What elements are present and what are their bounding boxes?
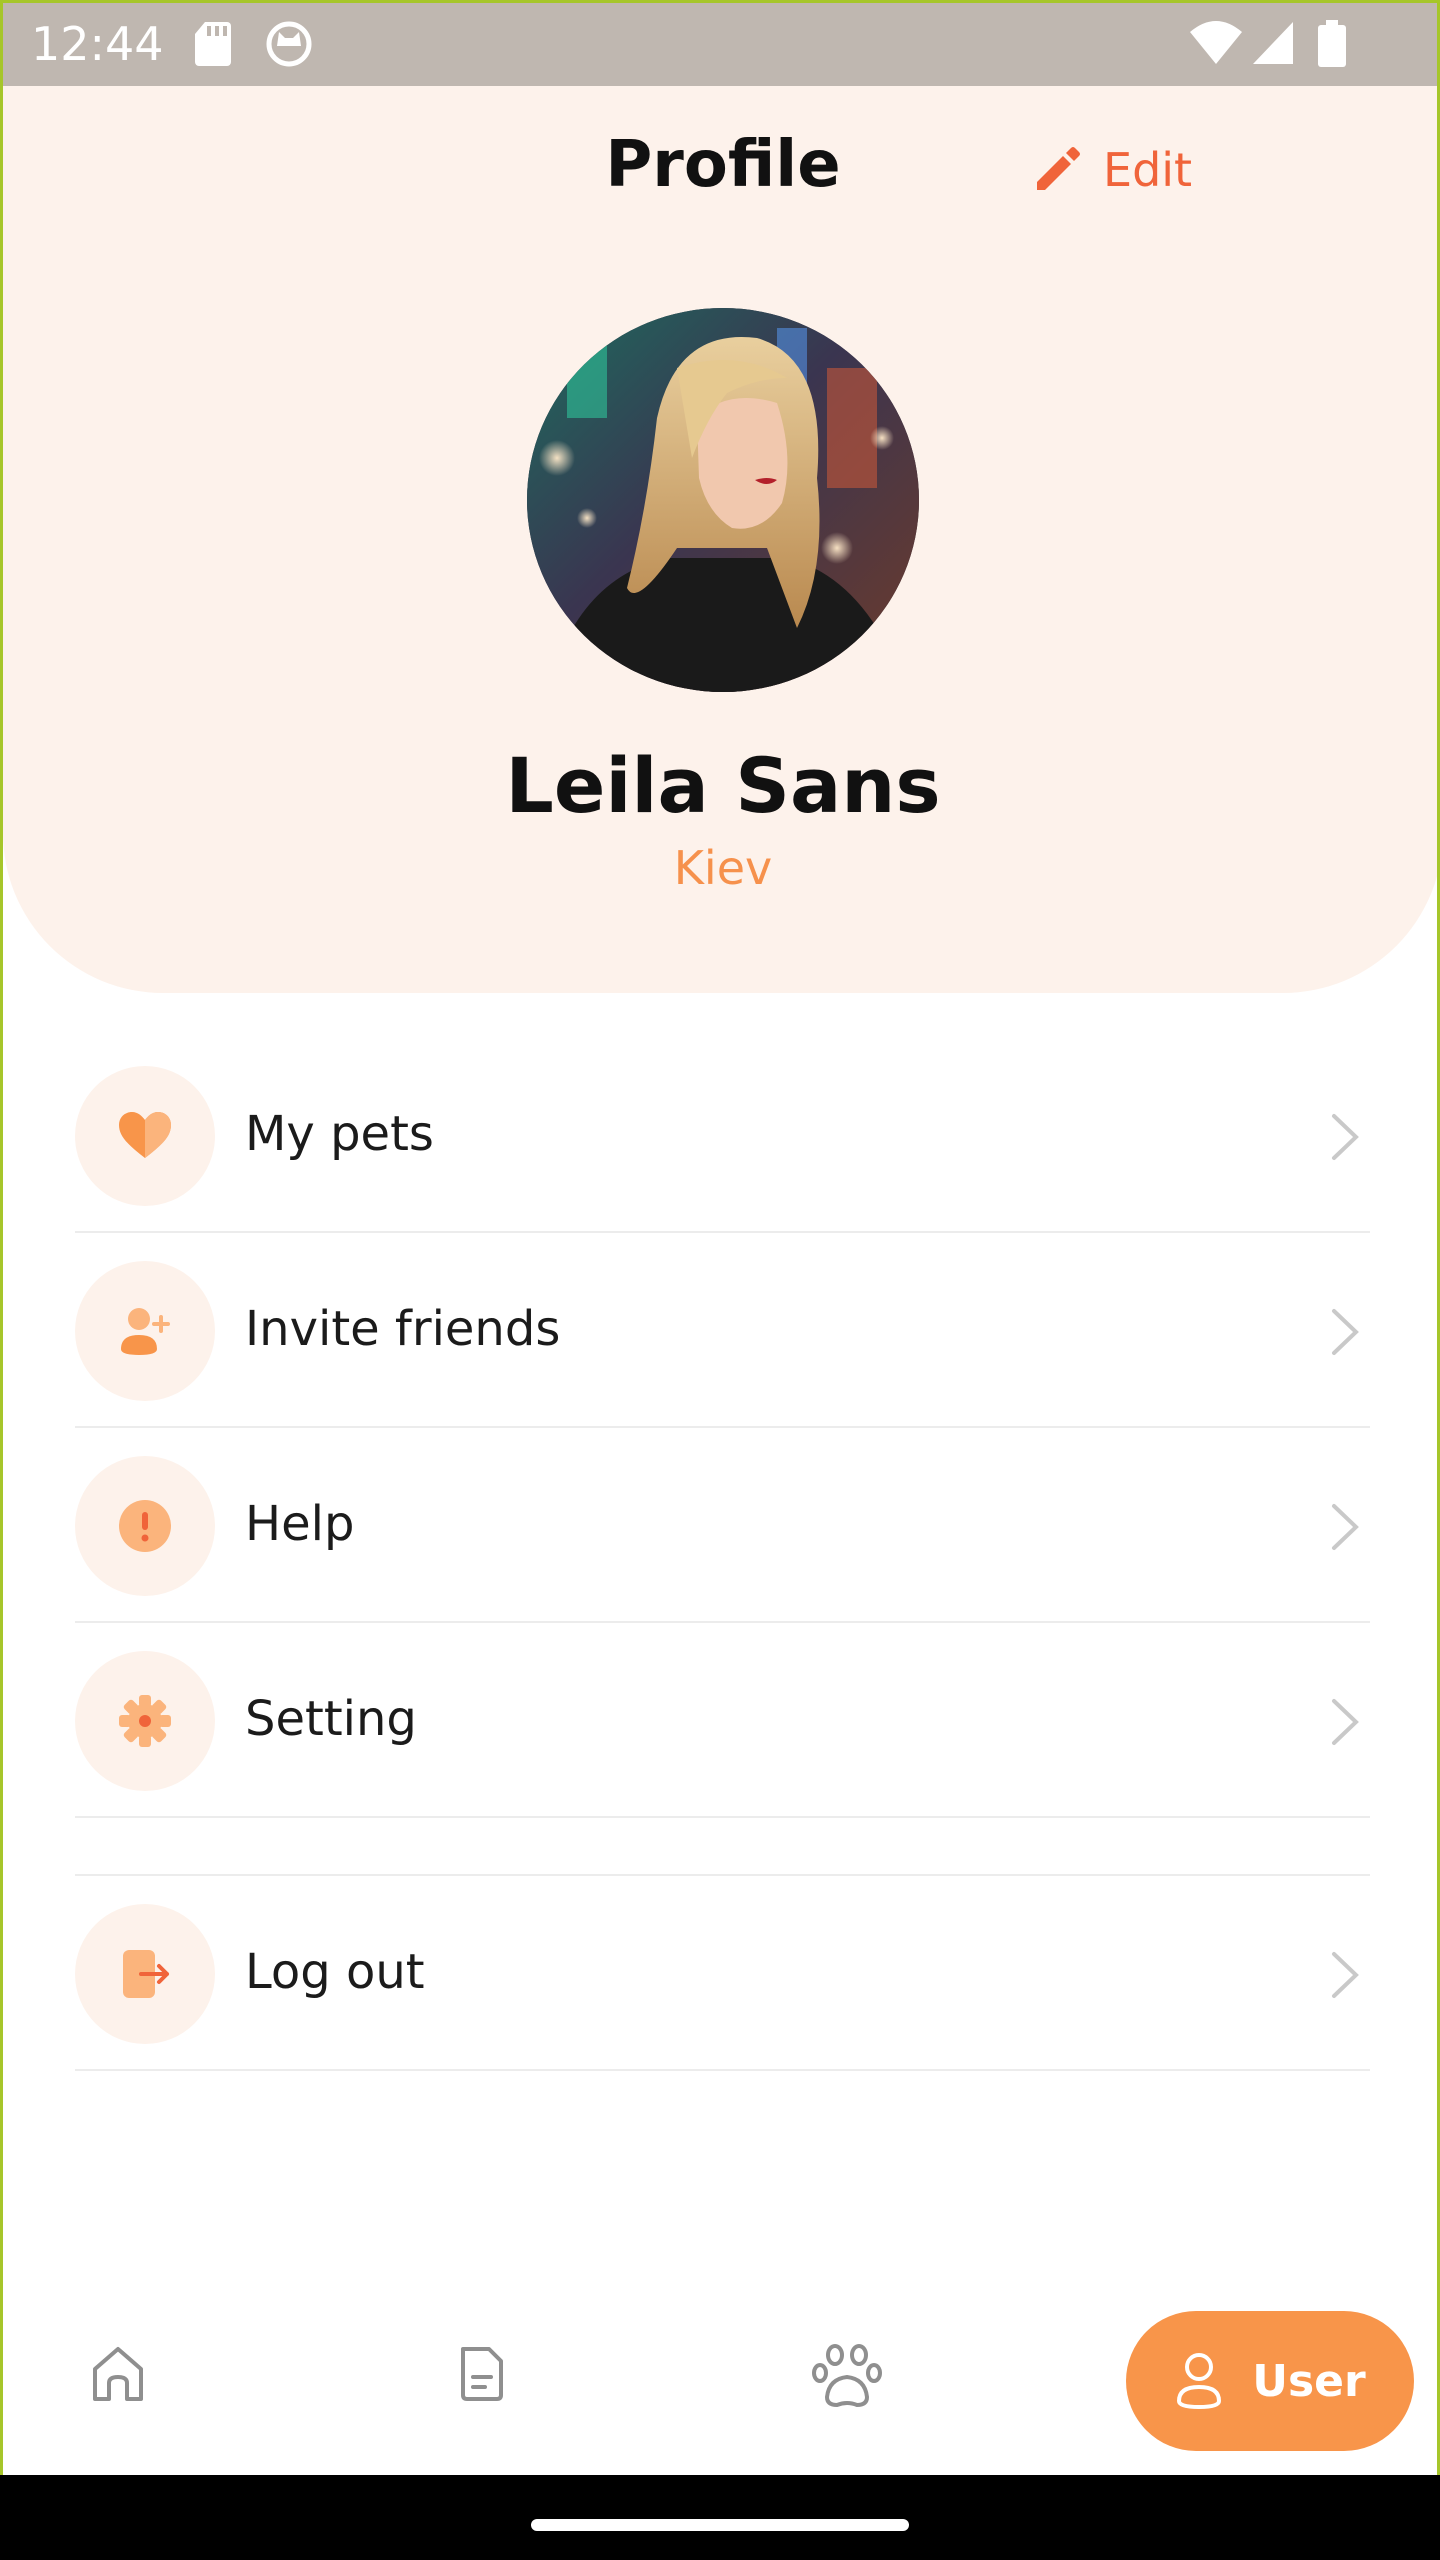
menu-item-log-out[interactable]: Log out bbox=[75, 1876, 1370, 2071]
battery-icon bbox=[1318, 20, 1346, 67]
menu-item-help[interactable]: Help bbox=[75, 1428, 1370, 1623]
user-city: Kiev bbox=[673, 841, 773, 895]
gear-icon bbox=[119, 1695, 171, 1747]
nav-user-button[interactable]: User bbox=[1126, 2311, 1414, 2451]
add-user-icon bbox=[121, 1308, 170, 1355]
menu-label: My pets bbox=[245, 1106, 434, 1162]
chevron-right-icon bbox=[1332, 1309, 1359, 1355]
user-name: Leila Sans bbox=[505, 741, 941, 830]
menu-icon-bg bbox=[75, 1651, 215, 1791]
page-title: Profile bbox=[605, 128, 841, 202]
app-frame: 12:44 Profile Edit Leila Sans Kiev My pe… bbox=[0, 0, 1440, 2475]
menu-item-setting[interactable]: Setting bbox=[75, 1623, 1370, 1818]
avatar bbox=[527, 308, 919, 692]
menu-icon-bg bbox=[75, 1261, 215, 1401]
logout-icon bbox=[123, 1950, 169, 1998]
nav-user-label: User bbox=[1252, 2355, 1366, 2407]
system-nav-bar bbox=[0, 2475, 1440, 2560]
menu-item-invite-friends[interactable]: Invite friends bbox=[75, 1233, 1370, 1428]
menu-icon-bg bbox=[75, 1456, 215, 1596]
menu-item-my-pets[interactable]: My pets bbox=[75, 1038, 1370, 1233]
home-icon[interactable] bbox=[87, 2343, 149, 2405]
paw-icon[interactable] bbox=[811, 2343, 883, 2409]
pencil-icon bbox=[1037, 147, 1080, 190]
menu-label: Log out bbox=[245, 1944, 425, 2000]
status-time: 12:44 bbox=[31, 17, 164, 71]
heart-icon bbox=[119, 1112, 171, 1158]
menu-icon-bg bbox=[75, 1066, 215, 1206]
menu-label: Invite friends bbox=[245, 1301, 561, 1357]
chevron-right-icon bbox=[1332, 1952, 1359, 1998]
user-icon bbox=[1177, 2353, 1222, 2410]
status-bar: 12:44 bbox=[3, 3, 1437, 86]
wifi-icon bbox=[1190, 21, 1242, 64]
home-gesture-handle[interactable] bbox=[531, 2519, 909, 2531]
cat-notification-icon bbox=[266, 21, 312, 67]
menu-label: Help bbox=[245, 1496, 355, 1552]
chevron-right-icon bbox=[1332, 1114, 1359, 1160]
edit-button[interactable]: Edit bbox=[1031, 135, 1192, 205]
menu-label: Setting bbox=[245, 1691, 417, 1747]
edit-label: Edit bbox=[1103, 143, 1193, 197]
alert-icon bbox=[119, 1500, 171, 1552]
document-icon[interactable] bbox=[451, 2343, 513, 2405]
chevron-right-icon bbox=[1332, 1699, 1359, 1745]
avatar-photo bbox=[527, 308, 919, 692]
signal-icon bbox=[1253, 22, 1293, 64]
chevron-right-icon bbox=[1332, 1504, 1359, 1550]
sd-card-icon bbox=[195, 22, 231, 66]
menu-icon-bg bbox=[75, 1904, 215, 2044]
